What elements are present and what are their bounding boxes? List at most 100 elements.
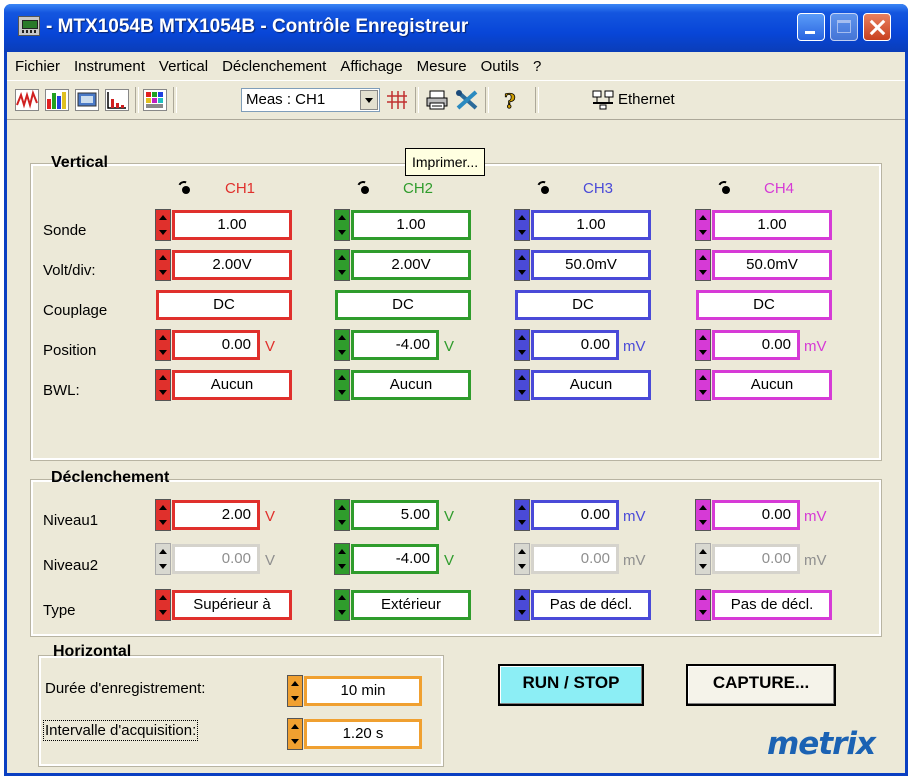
grid-icon[interactable] bbox=[385, 89, 409, 111]
ch1-niveau1-field[interactable]: 2.00 bbox=[172, 500, 260, 530]
ch3-bwl-field[interactable]: Aucun bbox=[531, 370, 651, 400]
menu-declenchement[interactable]: Déclenchement bbox=[215, 58, 333, 75]
ch1-bwl-spinner[interactable] bbox=[155, 369, 171, 401]
ch3-position-field[interactable]: 0.00 bbox=[531, 330, 619, 360]
ch1-type-field[interactable]: Supérieur à bbox=[172, 590, 292, 620]
ch2-voltdiv-spinner[interactable] bbox=[334, 249, 350, 281]
ch2-type-field[interactable]: Extérieur bbox=[351, 590, 471, 620]
svg-text:?: ? bbox=[504, 89, 516, 111]
help-icon[interactable]: ? bbox=[499, 89, 523, 114]
ch4-sonde-spinner[interactable] bbox=[695, 209, 711, 241]
ch1-voltdiv-field[interactable]: 2.00V bbox=[172, 250, 292, 280]
ch4-position-spinner[interactable] bbox=[695, 329, 711, 361]
ch3-radio[interactable] bbox=[539, 184, 551, 196]
ch2-sonde-field[interactable]: 1.00 bbox=[351, 210, 471, 240]
ch1-position-field[interactable]: 0.00 bbox=[172, 330, 260, 360]
ch3-type-field[interactable]: Pas de décl. bbox=[531, 590, 651, 620]
app-icon[interactable] bbox=[18, 16, 40, 36]
ch2-couplage-field[interactable]: DC bbox=[335, 290, 471, 320]
ch2-position-unit: V bbox=[444, 338, 455, 355]
ch3-couplage-field[interactable]: DC bbox=[515, 290, 651, 320]
title-bar[interactable]: - MTX1054B MTX1054B - Contrôle Enregistr… bbox=[4, 4, 908, 52]
ch3-position-unit: mV bbox=[623, 338, 646, 355]
ch4-couplage-field[interactable]: DC bbox=[696, 290, 832, 320]
ch3-voltdiv-spinner[interactable] bbox=[514, 249, 530, 281]
ch4-label: CH4 bbox=[764, 180, 795, 197]
ch1-position-spinner[interactable] bbox=[155, 329, 171, 361]
ch3-type-spinner[interactable] bbox=[514, 589, 530, 621]
menu-instrument[interactable]: Instrument bbox=[67, 58, 152, 75]
toolbar-separator bbox=[173, 87, 177, 113]
screen-icon[interactable] bbox=[75, 89, 99, 111]
ch4-voltdiv-spinner[interactable] bbox=[695, 249, 711, 281]
duration-field[interactable]: 10 min bbox=[304, 676, 422, 706]
meas-select[interactable]: Meas : CH1 bbox=[241, 88, 380, 112]
network-icon[interactable] bbox=[591, 89, 615, 111]
menu-affichage[interactable]: Affichage bbox=[333, 58, 409, 75]
ch1-niveau1-spinner[interactable] bbox=[155, 499, 171, 531]
ch4-niveau1-spinner[interactable] bbox=[695, 499, 711, 531]
ch4-type-spinner[interactable] bbox=[695, 589, 711, 621]
menu-outils[interactable]: Outils bbox=[474, 58, 526, 75]
minimize-button[interactable] bbox=[797, 13, 825, 41]
close-button[interactable] bbox=[863, 13, 891, 41]
ch4-radio[interactable] bbox=[720, 184, 732, 196]
ch3-niveau1-spinner[interactable] bbox=[514, 499, 530, 531]
ch3-niveau1-field[interactable]: 0.00 bbox=[531, 500, 619, 530]
ch3-voltdiv-field[interactable]: 50.0mV bbox=[531, 250, 651, 280]
printer-icon[interactable] bbox=[425, 89, 449, 111]
ch2-type-spinner[interactable] bbox=[334, 589, 350, 621]
ch4-bwl-field[interactable]: Aucun bbox=[712, 370, 832, 400]
trigger-title: Déclenchement bbox=[51, 469, 170, 486]
interval-field[interactable]: 1.20 s bbox=[304, 719, 422, 749]
ch4-voltdiv-field[interactable]: 50.0mV bbox=[712, 250, 832, 280]
ch3-sonde-spinner[interactable] bbox=[514, 209, 530, 241]
chevron-down-icon[interactable] bbox=[360, 90, 378, 110]
ch3-bwl-spinner[interactable] bbox=[514, 369, 530, 401]
toolbar-separator bbox=[485, 87, 489, 113]
ch2-niveau2-field[interactable]: -4.00 bbox=[351, 544, 439, 574]
ch2-niveau2-spinner[interactable] bbox=[334, 543, 350, 575]
ch1-sonde-spinner[interactable] bbox=[155, 209, 171, 241]
ch1-radio[interactable] bbox=[180, 184, 192, 196]
ch1-sonde-field[interactable]: 1.00 bbox=[172, 210, 292, 240]
interval-spinner[interactable] bbox=[287, 718, 303, 750]
histogram-icon[interactable] bbox=[105, 89, 129, 111]
ch1-couplage-field[interactable]: DC bbox=[156, 290, 292, 320]
ch4-type-field[interactable]: Pas de décl. bbox=[712, 590, 832, 620]
capture-button[interactable]: CAPTURE... bbox=[686, 664, 836, 706]
ch4-bwl-spinner[interactable] bbox=[695, 369, 711, 401]
ch4-niveau1-unit: mV bbox=[804, 508, 827, 525]
ch1-voltdiv-spinner[interactable] bbox=[155, 249, 171, 281]
ch1-bwl-field[interactable]: Aucun bbox=[172, 370, 292, 400]
menu-mesure[interactable]: Mesure bbox=[410, 58, 474, 75]
ch2-bwl-spinner[interactable] bbox=[334, 369, 350, 401]
ch2-niveau1-field[interactable]: 5.00 bbox=[351, 500, 439, 530]
ch3-position-spinner[interactable] bbox=[514, 329, 530, 361]
menu-fichier[interactable]: Fichier bbox=[7, 58, 67, 75]
ch2-radio[interactable] bbox=[359, 184, 371, 196]
run-stop-button[interactable]: RUN / STOP bbox=[498, 664, 644, 706]
ch4-sonde-field[interactable]: 1.00 bbox=[712, 210, 832, 240]
menu-help[interactable]: ? bbox=[526, 58, 548, 75]
ch4-niveau1-field[interactable]: 0.00 bbox=[712, 500, 800, 530]
duration-spinner[interactable] bbox=[287, 675, 303, 707]
tools-icon[interactable] bbox=[455, 89, 479, 111]
color-spectrum-icon[interactable] bbox=[45, 89, 69, 111]
ch2-position-spinner[interactable] bbox=[334, 329, 350, 361]
ch1-label: CH1 bbox=[225, 180, 256, 197]
ch2-bwl-field[interactable]: Aucun bbox=[351, 370, 471, 400]
menu-bar: Fichier Instrument Vertical Déclenchemen… bbox=[7, 52, 905, 80]
ch1-type-spinner[interactable] bbox=[155, 589, 171, 621]
ch3-niveau2-spinner bbox=[514, 543, 530, 575]
ch3-sonde-field[interactable]: 1.00 bbox=[531, 210, 651, 240]
grid-colors-icon[interactable] bbox=[143, 89, 167, 111]
ch2-niveau1-unit: V bbox=[444, 508, 455, 525]
ch2-sonde-spinner[interactable] bbox=[334, 209, 350, 241]
ch4-position-field[interactable]: 0.00 bbox=[712, 330, 800, 360]
ch2-niveau1-spinner[interactable] bbox=[334, 499, 350, 531]
menu-vertical[interactable]: Vertical bbox=[152, 58, 215, 75]
ch2-position-field[interactable]: -4.00 bbox=[351, 330, 439, 360]
ch2-voltdiv-field[interactable]: 2.00V bbox=[351, 250, 471, 280]
waveform-icon[interactable] bbox=[15, 89, 39, 111]
